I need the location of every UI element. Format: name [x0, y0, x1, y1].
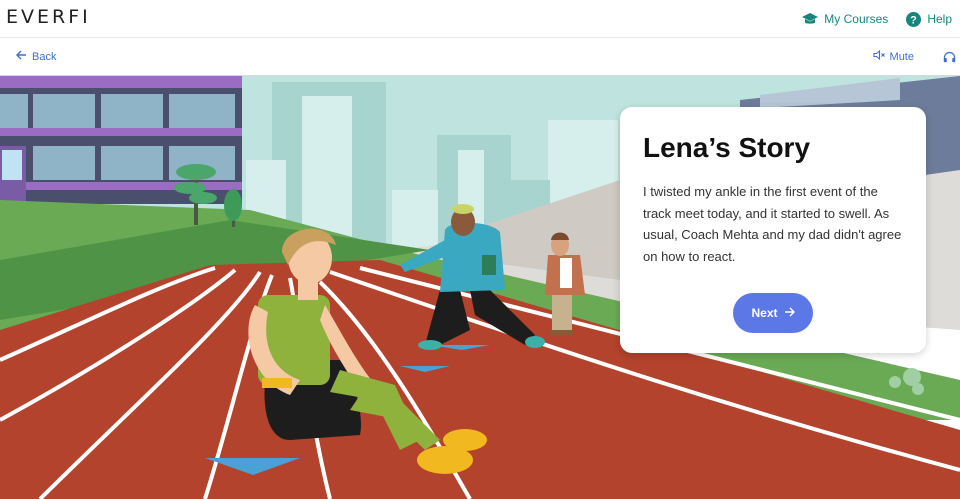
story-text: I twisted my ankle in the first event of… [643, 184, 902, 264]
school-building [0, 76, 242, 204]
speaker-mute-icon [872, 49, 886, 63]
help-label: Help [927, 12, 952, 26]
story-card: Lena’s Story I twisted my ankle in the f… [620, 107, 926, 353]
back-button[interactable]: Back [16, 50, 56, 63]
help-link[interactable]: ? Help [906, 11, 952, 27]
arrow-right-icon [784, 306, 795, 320]
mute-label: Mute [889, 50, 914, 63]
my-courses-link[interactable]: My Courses [802, 12, 888, 26]
lesson-toolbar: Back Mute [0, 38, 960, 76]
graduation-cap-icon [802, 12, 819, 26]
back-label: Back [32, 50, 57, 63]
everfi-logo[interactable]: EVERFI [6, 6, 91, 28]
mute-button[interactable]: Mute [872, 49, 914, 63]
svg-text:?: ? [910, 14, 917, 26]
next-button[interactable]: Next [733, 293, 813, 333]
headphones-icon [943, 50, 956, 67]
story-title: Lena’s Story [643, 132, 811, 163]
arrow-left-icon [16, 50, 27, 63]
help-circle-icon: ? [906, 11, 922, 27]
my-courses-label: My Courses [824, 12, 889, 26]
top-navigation-bar: EVERFI My Courses ? Help [0, 0, 960, 38]
audio-button[interactable] [943, 50, 956, 68]
header-links: My Courses ? Help [802, 0, 952, 38]
next-label: Next [751, 306, 778, 320]
